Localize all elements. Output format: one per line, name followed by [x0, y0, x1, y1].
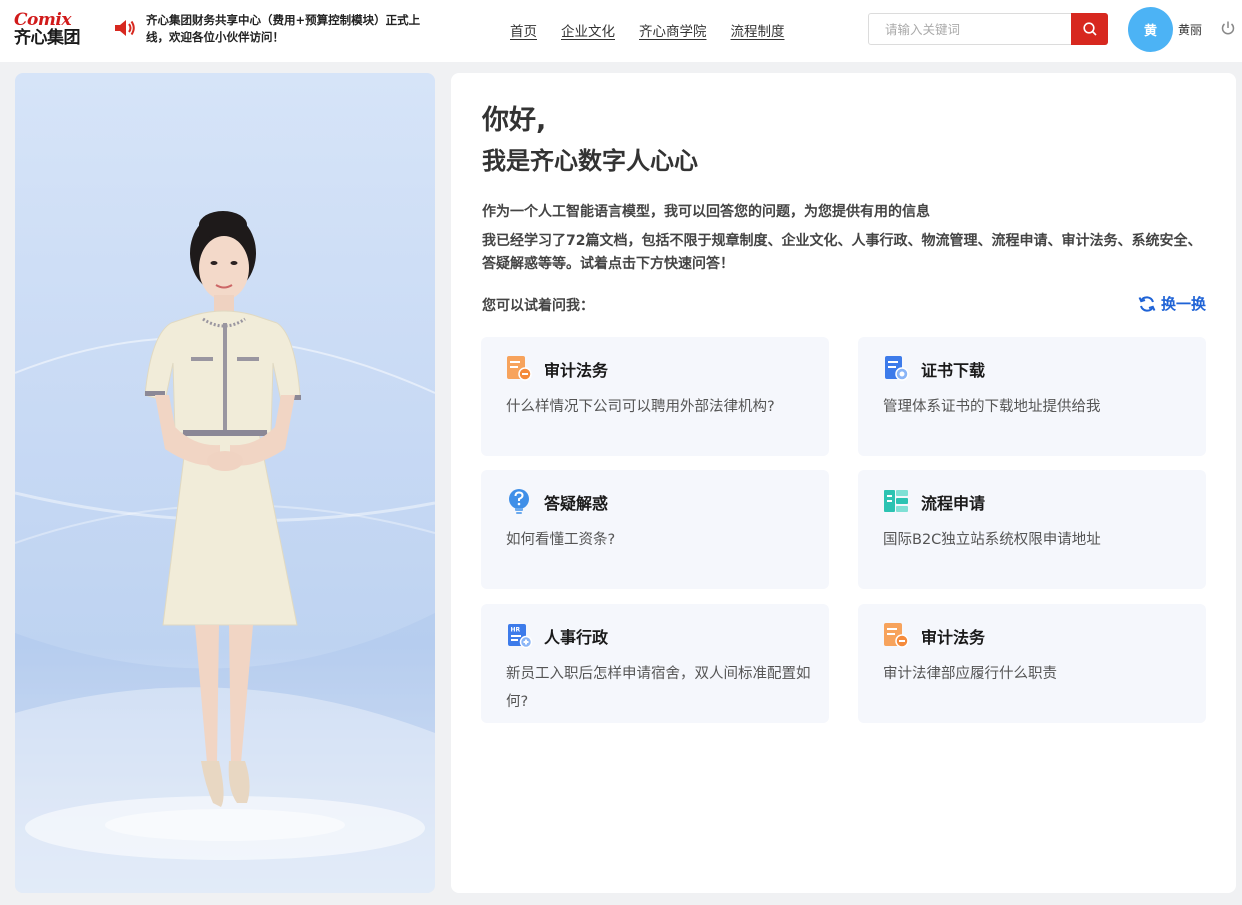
try-asking-label: 您可以试着问我： — [482, 298, 594, 314]
process-icon — [884, 490, 908, 512]
card-question: 什么样情况下公司可以聘用外部法律机构? — [506, 399, 775, 415]
username[interactable]: 黄丽 — [1178, 21, 1202, 38]
search-input[interactable] — [869, 14, 1072, 44]
card-title: 答疑解惑 — [544, 494, 609, 513]
nav-culture[interactable]: 企业文化 — [561, 20, 615, 40]
intro-line-2: 我已经学习了72篇文档，包括不限于规章制度、企业文化、人事行政、物流管理、流程申… — [482, 233, 1202, 272]
quick-question-card[interactable]: 审计法务 审计法律部应履行什么职责 — [858, 604, 1206, 723]
avatar[interactable]: 黄 — [1128, 7, 1173, 52]
search-box — [868, 13, 1108, 45]
card-question: 审计法律部应履行什么职责 — [883, 666, 1057, 682]
card-title: 证书下载 — [921, 361, 986, 380]
quick-question-card[interactable]: 答疑解惑 如何看懂工资条? — [481, 470, 829, 589]
card-question: 新员工入职后怎样申请宿舍，双人间标准配置如何? — [506, 666, 811, 710]
search-icon — [1082, 22, 1097, 36]
quick-question-card[interactable]: HR 人事行政 新员工入职后怎样申请宿舍，双人间标准配置如何? — [481, 604, 829, 723]
card-title: 审计法务 — [921, 628, 986, 647]
digital-human-figure — [15, 211, 435, 893]
card-question: 国际B2C独立站系统权限申请地址 — [883, 532, 1101, 548]
logo-en-text: Comix — [14, 10, 71, 30]
quick-question-card[interactable]: 审计法务 什么样情况下公司可以聘用外部法律机构? — [481, 337, 829, 456]
audit-law-icon — [507, 356, 532, 381]
digital-human-panel — [15, 73, 435, 893]
nav-academy[interactable]: 齐心商学院 — [639, 20, 707, 40]
greeting-title: 你好, — [482, 105, 547, 136]
refresh-icon — [1138, 295, 1156, 312]
nav-home[interactable]: 首页 — [510, 20, 537, 40]
search-button[interactable] — [1071, 13, 1108, 45]
card-question: 如何看懂工资条? — [506, 532, 616, 548]
intro-line-1: 作为一个人工智能语言模型，我可以回答您的问题，为您提供有用的信息 — [482, 204, 930, 220]
quick-question-card[interactable]: 证书下载 管理体系证书的下载地址提供给我 — [858, 337, 1206, 456]
question-bulb-icon — [509, 489, 529, 514]
top-header: Comix 齐心集团 齐心集团财务共享中心（费用+预算控制模块）正式上线，欢迎各… — [0, 0, 1242, 62]
greeting-subtitle: 我是齐心数字人心心 — [482, 147, 698, 175]
refresh-label: 换一换 — [1160, 295, 1206, 313]
intro-text: 作为一个人工智能语言模型，我可以回答您的问题，为您提供有用的信息 我已经学习了7… — [482, 201, 1202, 282]
card-title: 审计法务 — [544, 361, 609, 380]
quick-question-card[interactable]: 流程申请 国际B2C独立站系统权限申请地址 — [858, 470, 1206, 589]
svg-text:HR: HR — [511, 627, 521, 634]
card-title: 人事行政 — [544, 628, 609, 647]
card-question: 管理体系证书的下载地址提供给我 — [883, 399, 1101, 415]
power-icon[interactable] — [1220, 20, 1236, 36]
audit-law-icon — [884, 623, 909, 648]
logo-cn-text: 齐心集团 — [14, 28, 81, 48]
main-nav: 首页 企业文化 齐心商学院 流程制度 — [510, 20, 785, 40]
announcement-text[interactable]: 齐心集团财务共享中心（费用+预算控制模块）正式上线，欢迎各位小伙伴访问！ — [146, 12, 436, 46]
comix-logo[interactable]: Comix 齐心集团 — [14, 12, 96, 48]
speaker-icon[interactable] — [113, 17, 137, 39]
certificate-icon — [885, 356, 909, 381]
refresh-button[interactable]: 换一换 — [1137, 293, 1206, 314]
nav-process[interactable]: 流程制度 — [731, 20, 785, 40]
hr-icon: HR — [508, 624, 533, 649]
card-title: 流程申请 — [921, 494, 986, 513]
chat-intro-panel: 你好, 我是齐心数字人心心 作为一个人工智能语言模型，我可以回答您的问题，为您提… — [451, 73, 1236, 893]
